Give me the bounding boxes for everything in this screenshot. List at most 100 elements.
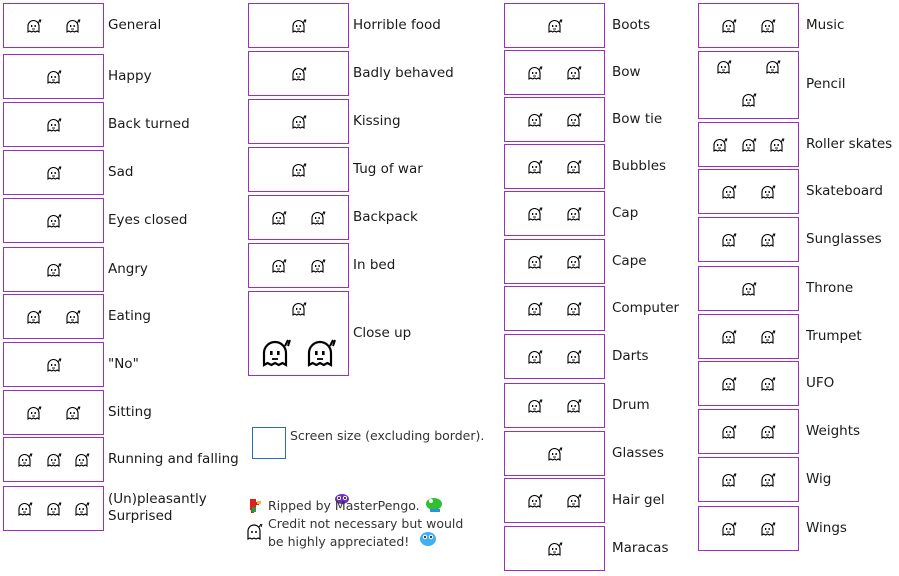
tamagotchi-sprite-icon — [527, 159, 543, 174]
screen-size-legend-box — [252, 427, 286, 459]
tamagotchi-sprite-icon — [527, 301, 543, 316]
tamagotchi-sprite-icon — [46, 501, 62, 516]
sprite-label: Sunglasses — [806, 230, 882, 247]
sprite-box — [698, 457, 799, 502]
tamagotchi-sprite-icon — [765, 59, 781, 74]
tamagotchi-sprite-icon — [291, 162, 307, 177]
tamagotchi-sprite-icon — [566, 398, 582, 413]
sprite-label: Bubbles — [612, 157, 667, 174]
sprite-box — [3, 198, 104, 243]
sprite-box — [504, 3, 605, 48]
sprite-label: Skateboard — [806, 182, 884, 199]
tamagotchi-sprite-icon — [46, 117, 62, 132]
tamagotchi-sprite-icon — [547, 18, 563, 33]
tamagotchi-sprite-icon — [74, 501, 90, 516]
sprite-label: Hair gel — [612, 491, 665, 508]
sprite-label: Computer — [612, 299, 680, 316]
sprite-label: "No" — [108, 355, 139, 372]
sprite-label: Badly behaved — [353, 64, 454, 81]
sprite-box — [3, 247, 104, 292]
sprite-box — [698, 266, 799, 311]
tamagotchi-sprite-icon — [566, 254, 582, 269]
tamagotchi-sprite-icon — [527, 112, 543, 127]
tamagotchi-sprite-icon — [721, 184, 737, 199]
sprite-label: Cap — [612, 204, 639, 221]
sprite-label: (Un)pleasantly Surprised — [108, 491, 207, 525]
tamagotchi-sprite-icon — [74, 452, 90, 467]
tamagotchi-sprite-icon — [760, 232, 776, 247]
blue-bird-icon — [418, 530, 438, 552]
tamagotchi-sprite-icon — [760, 18, 776, 33]
sprite-label: General — [108, 16, 162, 33]
sprite-label: Back turned — [108, 115, 190, 132]
tamagotchi-sprite-icon — [547, 541, 563, 556]
tamagotchi-sprite-icon — [721, 521, 737, 536]
tamagotchi-sprite-icon — [527, 254, 543, 269]
sprite-box — [698, 217, 799, 262]
sprite-box — [504, 431, 605, 476]
tamagotchi-sprite-icon — [291, 114, 307, 129]
sprite-label: Glasses — [612, 444, 664, 461]
sprite-box — [504, 50, 605, 95]
tamagotchi-sprite-icon — [527, 349, 543, 364]
sprite-box — [698, 122, 799, 167]
tamagotchi-sprite-icon — [46, 357, 62, 372]
sprite-label: Pencil — [806, 76, 846, 92]
sprite-box — [248, 147, 349, 192]
tamagotchi-closeup-icon — [259, 337, 293, 367]
tamagotchi-sprite-icon — [721, 329, 737, 344]
sprite-label: Cape — [612, 252, 647, 269]
sprite-box — [3, 54, 104, 99]
tamagotchi-sprite-icon — [17, 501, 33, 516]
credit-line-2: Credit not necessary but would — [268, 516, 464, 531]
tamagotchi-sprite-icon — [46, 452, 62, 467]
sprite-label-line: (Un)pleasantly — [108, 490, 207, 507]
screen-size-legend-text: Screen size (excluding border). — [290, 428, 485, 443]
sprite-box — [3, 150, 104, 195]
tamagotchi-sprite-icon — [65, 309, 81, 324]
sprite-label: Weights — [806, 422, 861, 439]
credit-line-1: Ripped by MasterPengo. — [268, 498, 420, 513]
tamagotchi-sprite-icon — [547, 446, 563, 461]
sprite-box — [698, 51, 799, 119]
tamagotchi-sprite-icon — [741, 92, 757, 107]
sprite-box — [698, 314, 799, 359]
sprite-box — [504, 383, 605, 428]
tamagotchi-sprite-icon — [46, 69, 62, 84]
credit-line-3: be highly appreciated! — [268, 534, 410, 549]
sprite-label: Drum — [612, 396, 650, 413]
sprite-label: Kissing — [353, 112, 401, 129]
tamagotchi-sprite-icon — [566, 301, 582, 316]
tamagotchi-sprite-icon — [769, 137, 785, 152]
tamagotchi-sprite-icon — [527, 398, 543, 413]
tamagotchi-sprite-icon — [566, 65, 582, 80]
sprite-box — [504, 97, 605, 142]
tamagotchi-sprite-icon — [566, 493, 582, 508]
sprite-box — [248, 243, 349, 288]
sprite-box — [504, 144, 605, 189]
sprite-label: Backpack — [353, 208, 418, 225]
sprite-box — [504, 239, 605, 284]
tamagotchi-sprite-icon — [46, 213, 62, 228]
tamagotchi-sprite-icon — [271, 210, 287, 225]
sprite-box — [3, 102, 104, 147]
tamagotchi-sprite-icon — [291, 18, 307, 33]
tamagotchi-sprite-icon — [760, 472, 776, 487]
sprite-label: Sad — [108, 163, 134, 180]
sprite-box — [3, 342, 104, 387]
tamagotchi-sprite-icon — [712, 137, 728, 152]
sprite-label: Angry — [108, 260, 148, 277]
tamagotchi-sprite-icon — [760, 521, 776, 536]
sprite-label: Bow tie — [612, 110, 663, 127]
tamagotchi-sprite-icon — [291, 66, 307, 81]
sprite-box — [504, 191, 605, 236]
sprite-label: Wings — [806, 519, 847, 536]
tamagotchi-sprite-icon — [741, 281, 757, 296]
tamagotchi-sprite-icon — [527, 65, 543, 80]
sprite-box — [698, 506, 799, 551]
sprite-box — [698, 169, 799, 214]
tamagotchi-sprite-icon — [760, 424, 776, 439]
tamagotchi-sprite-icon — [46, 262, 62, 277]
tamagotchi-sprite-icon — [566, 206, 582, 221]
sprite-label: UFO — [806, 374, 835, 391]
